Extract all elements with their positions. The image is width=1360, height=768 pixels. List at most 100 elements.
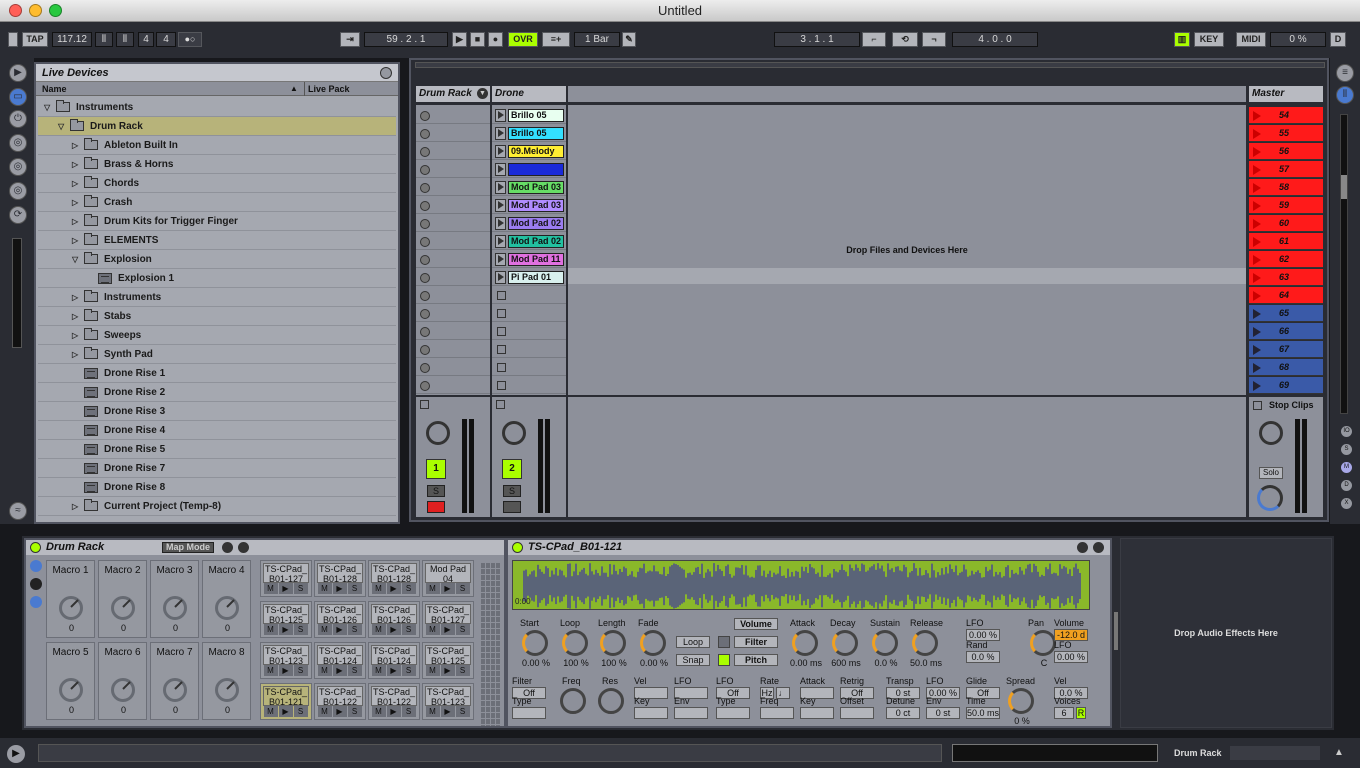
macro-knob-4[interactable]: Macro 4 0 [202,560,251,638]
clip-slot[interactable]: Mod Pad 03 [492,179,566,196]
record-slot-icon[interactable] [420,219,430,229]
stop-slot-icon[interactable] [497,345,506,354]
record-slot-icon[interactable] [420,183,430,193]
device-chain-overview[interactable] [1230,746,1320,760]
sustain-knob[interactable] [872,630,898,656]
clip[interactable]: 09.Melody [508,145,564,158]
map-mode-button[interactable]: Map Mode [162,542,214,553]
ext-sync-button[interactable] [8,32,18,47]
expand-icon[interactable]: ▷ [72,345,78,364]
scene-launch[interactable]: 67 [1249,341,1323,358]
browser-item[interactable]: ▽ Drum Rack [38,117,396,136]
pad-solo-button[interactable]: S [455,665,470,676]
clip-slot[interactable]: Brillo 05 [492,125,566,142]
pad-play-icon[interactable]: ▶ [278,583,293,594]
solo-button-1[interactable]: S [427,485,445,497]
expand-icon[interactable]: ▷ [72,288,78,307]
stop-slot-icon[interactable] [497,309,506,318]
clip-launch-icon[interactable] [495,109,506,122]
filter-tab[interactable]: Filter [734,636,778,648]
session-view-icon[interactable]: ≡ [1336,64,1354,82]
pan-knob[interactable] [426,421,450,445]
pad-play-icon[interactable]: ▶ [278,624,293,635]
browser-item[interactable]: ▷ Brass & Horns [38,155,396,174]
record-slot-icon[interactable] [420,309,430,319]
pad-play-icon[interactable]: ▶ [332,665,347,676]
pad-play-icon[interactable]: ▶ [386,624,401,635]
track-activator-2[interactable]: 2 [502,459,522,479]
pad-play-icon[interactable]: ▶ [278,665,293,676]
tap-button[interactable]: TAP [22,32,48,47]
filter-env-field[interactable] [674,707,708,719]
info-view-toggle-icon[interactable]: ▶ [7,745,25,763]
expand-icon[interactable]: ▷ [72,136,78,155]
pad-solo-button[interactable]: S [347,706,362,717]
stop-slot-icon[interactable] [497,381,506,390]
stop-slot-icon[interactable] [497,327,506,336]
drum-pad[interactable]: TS-CPad_ B01-124 M ▶ S [368,642,420,679]
clip-launch-icon[interactable] [495,199,506,212]
macro-knob-6[interactable]: Macro 6 0 [98,642,147,720]
pad-solo-button[interactable]: S [347,583,362,594]
pitch-env-field[interactable]: 0 st [926,707,960,719]
filter-res-knob[interactable] [598,688,624,714]
clip-slot[interactable]: Mod Pad 11 [492,251,566,268]
record-slot-icon[interactable] [420,255,430,265]
drum-pad[interactable]: TS-CPad_ B01-125 M ▶ S [422,642,474,679]
sig-denominator[interactable]: 4 [156,32,176,47]
scene-play-icon[interactable] [1253,219,1261,229]
arm-button-1[interactable] [427,501,445,513]
stop-slot-icon[interactable] [497,363,506,372]
knob-icon[interactable] [59,678,83,702]
browser-scrollbar[interactable] [12,238,22,348]
pad-mute-button[interactable]: M [317,706,332,717]
clip-launch-icon[interactable] [495,163,506,176]
clip[interactable]: Mod Pad 03 [508,181,564,194]
crossfader-toggle-icon[interactable]: X [1341,498,1352,509]
expand-icon[interactable]: ▷ [72,193,78,212]
browser-item[interactable]: ▷ Crash [38,193,396,212]
pad-mute-button[interactable]: M [371,583,386,594]
pad-play-icon[interactable]: ▶ [386,665,401,676]
macro-knob-8[interactable]: Macro 8 0 [202,642,251,720]
filter-freq-knob[interactable] [560,688,586,714]
pad-play-icon[interactable]: ▶ [386,583,401,594]
pad-mute-button[interactable]: M [425,665,440,676]
midi-map-button[interactable]: MIDI [1236,32,1266,47]
clip-slot[interactable]: Pi Pad 01 [492,269,566,286]
collapse-icon[interactable]: ▽ [58,117,64,136]
scene-play-icon[interactable] [1253,345,1261,355]
browser-item[interactable]: ▷ Sweeps [38,326,396,345]
scene-play-icon[interactable] [1253,309,1261,319]
scene-play-icon[interactable] [1253,111,1261,121]
cue-volume-knob[interactable] [1257,485,1283,511]
macro-knob-7[interactable]: Macro 7 0 [150,642,199,720]
browser-item[interactable]: ▽ Instruments [38,98,396,117]
pad-mute-button[interactable]: M [263,706,278,717]
pan-knob[interactable] [502,421,526,445]
stop-clip-button[interactable] [496,400,505,409]
browser-toggle-icon[interactable]: ▶ [9,64,27,82]
retrigger-button[interactable]: R [1076,707,1086,719]
track-header-drone[interactable]: Drone [492,86,566,102]
drum-pad[interactable]: TS-CPad_ B01-126 M ▶ S [368,601,420,638]
browser-item[interactable]: ▷ Instruments [38,288,396,307]
start-knob[interactable] [522,630,548,656]
pad-solo-button[interactable]: S [293,583,308,594]
release-knob[interactable] [912,630,938,656]
clip-slot[interactable] [492,359,566,376]
pad-mute-button[interactable]: M [317,624,332,635]
browser-item[interactable]: Drone Rise 8 [38,478,396,497]
pad-mute-button[interactable]: M [425,583,440,594]
pad-solo-button[interactable]: S [401,624,416,635]
lfo-type-field[interactable] [716,707,750,719]
pad-solo-button[interactable]: S [401,706,416,717]
clip-slot[interactable] [416,377,490,394]
stop-icon[interactable]: ■ [470,32,485,47]
length-knob[interactable] [600,630,626,656]
browser-item[interactable]: Drone Rise 1 [38,364,396,383]
pad-mute-button[interactable]: M [425,624,440,635]
detune-field[interactable]: 0 ct [886,707,920,719]
filter-key-field[interactable] [634,707,668,719]
macro-knob-1[interactable]: Macro 1 0 [46,560,95,638]
